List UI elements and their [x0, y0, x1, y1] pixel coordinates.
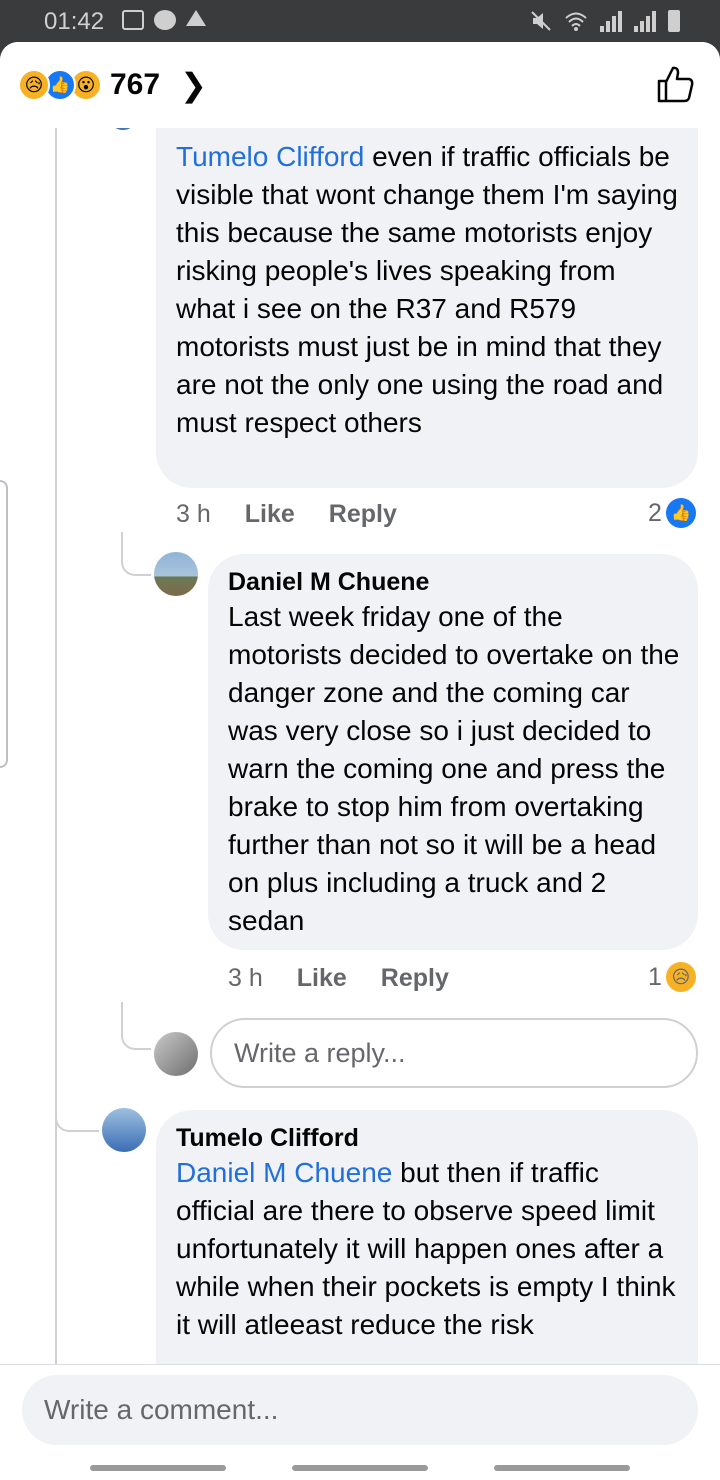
like-reaction-icon: 👍: [665, 498, 696, 528]
comment-mention[interactable]: Daniel M Chuene: [176, 1157, 392, 1188]
comment-input[interactable]: Write a comment...: [22, 1375, 698, 1445]
avatar[interactable]: [102, 1108, 146, 1152]
comments-header: 😥 👍 😮 767 ❯: [0, 42, 720, 128]
sad-reaction-icon: 😥: [18, 69, 50, 101]
sad-reaction-icon: 😥: [665, 962, 696, 992]
comment-reactions[interactable]: 1 😥: [648, 962, 696, 992]
comment-text: even if traffic officials be visible tha…: [176, 141, 678, 438]
reply-button[interactable]: Reply: [329, 500, 397, 529]
reply-input[interactable]: Write a reply...: [210, 1018, 698, 1088]
messenger-icon: [154, 10, 176, 30]
nav-back[interactable]: [494, 1465, 630, 1471]
like-button[interactable]: Like: [297, 964, 347, 993]
comment-bubble: Daniel M Chuene Last week friday one of …: [208, 554, 698, 950]
comment-reactions[interactable]: 2 👍: [648, 498, 696, 528]
status-bar: 01:42: [0, 0, 720, 44]
reactions-summary[interactable]: 😥 👍 😮 767 ❯: [18, 66, 207, 104]
comment-placeholder: Write a comment...: [44, 1394, 279, 1425]
comment-author[interactable]: Tumelo Clifford: [176, 1122, 680, 1154]
comment-mention[interactable]: Tumelo Clifford: [176, 141, 364, 172]
thread-line-outer: [55, 128, 57, 1368]
reply-placeholder: Write a reply...: [234, 1037, 406, 1068]
comment-author[interactable]: Daniel M Chuene: [228, 566, 680, 598]
reaction-count: 767: [110, 68, 161, 101]
mute-icon: [531, 11, 551, 31]
wifi-icon: [565, 12, 587, 31]
avatar: [154, 1032, 198, 1076]
reply-button[interactable]: Reply: [381, 964, 449, 993]
comment-time: 3 h: [176, 500, 211, 528]
comment-actions: 3 h Like Reply: [228, 964, 483, 993]
gallery-icon: [122, 10, 144, 30]
avatar[interactable]: [154, 552, 198, 596]
like-outline-icon[interactable]: [656, 64, 694, 104]
comment-reaction-count: 2: [648, 498, 662, 527]
mm-icon: [186, 10, 206, 26]
comment-actions: 3 h Like Reply: [176, 500, 431, 529]
comment-time: 3 h: [228, 964, 263, 992]
thread-connector: [55, 1082, 99, 1132]
comments-sheet[interactable]: 😥 👍 😮 767 ❯ Tumelo Clifford even if traf…: [0, 42, 720, 1480]
comment-bubble: Tumelo Clifford even if traffic official…: [156, 126, 698, 488]
like-button[interactable]: Like: [245, 500, 295, 529]
status-system-icons: [530, 10, 680, 32]
side-panel-handle[interactable]: [0, 480, 8, 768]
status-time: 01:42: [44, 8, 105, 35]
comment-composer: Write a comment...: [0, 1364, 720, 1480]
signal-icon-2: [634, 11, 656, 32]
chevron-right-icon[interactable]: ❯: [180, 66, 207, 104]
battery-icon: [668, 10, 680, 32]
nav-home[interactable]: [292, 1465, 428, 1471]
thread-connector: [121, 532, 151, 576]
nav-recents[interactable]: [90, 1465, 226, 1471]
thread-connector: [121, 1002, 151, 1050]
status-notification-icons: [122, 10, 206, 30]
comment-text: Last week friday one of the motorists de…: [228, 601, 680, 936]
signal-icon: [600, 11, 622, 32]
comment-reaction-count: 1: [648, 962, 662, 991]
